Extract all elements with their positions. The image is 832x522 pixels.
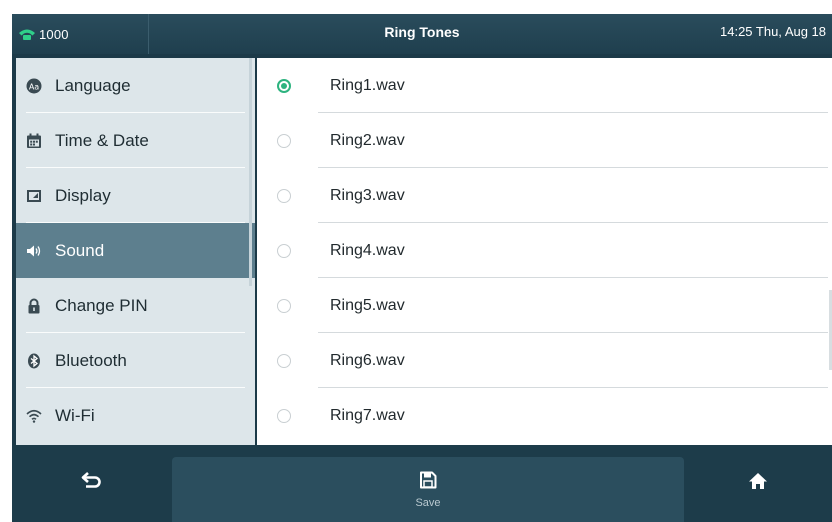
sidebar-item-label: Change PIN <box>55 295 148 315</box>
page-title: Ring Tones <box>384 24 460 40</box>
language-icon: Aa <box>26 78 42 94</box>
list-item[interactable]: Ring2.wav <box>257 113 832 168</box>
sidebar-item-sound[interactable]: Sound <box>16 223 255 278</box>
radio-button[interactable] <box>277 353 291 368</box>
list-item[interactable]: Ring6.wav <box>257 333 832 388</box>
ring-tone-label: Ring4.wav <box>330 241 405 259</box>
softkey-bar: Save <box>12 445 832 522</box>
sidebar-item-label: Sound <box>55 240 105 260</box>
list-item[interactable]: Ring3.wav <box>257 168 832 223</box>
sidebar-item-label: Wi-Fi <box>55 405 95 425</box>
clock: 14:25 Thu, Aug 18 <box>720 24 827 39</box>
ring-tone-label: Ring3.wav <box>330 186 405 204</box>
settings-sidebar: Aa Language Time & Date Display Sound Ch… <box>16 58 255 445</box>
list-item[interactable]: Ring7.wav <box>257 388 832 443</box>
svg-text:Aa: Aa <box>29 82 39 91</box>
save-button[interactable]: Save <box>172 457 684 522</box>
ring-tone-label: Ring2.wav <box>330 131 405 149</box>
calendar-icon <box>26 133 42 149</box>
save-label: Save <box>415 496 441 509</box>
speaker-icon <box>26 243 42 259</box>
list-item[interactable]: Ring4.wav <box>257 223 832 278</box>
back-arrow-icon <box>81 472 103 495</box>
ring-tone-label: Ring1.wav <box>330 76 405 94</box>
sidebar-item-label: Bluetooth <box>55 350 127 370</box>
phone-screen: 1000 Ring Tones 14:25 Thu, Aug 18 Aa Lan… <box>12 14 832 522</box>
ring-tone-list: Ring1.wav Ring2.wav Ring3.wav Ring4.wav … <box>257 58 832 445</box>
wifi-icon <box>26 408 42 424</box>
ring-tone-label: Ring6.wav <box>330 351 405 369</box>
sidebar-item-label: Display <box>55 185 111 205</box>
status-bar: 1000 Ring Tones 14:25 Thu, Aug 18 <box>12 14 832 54</box>
sidebar-item-language[interactable]: Aa Language <box>16 58 255 113</box>
list-item[interactable]: Ring1.wav <box>257 58 832 113</box>
ring-tone-label: Ring5.wav <box>330 296 405 314</box>
lock-icon <box>26 298 42 314</box>
display-icon <box>26 188 42 204</box>
sidebar-item-label: Time & Date <box>55 130 149 150</box>
radio-button[interactable] <box>277 243 291 258</box>
sidebar-item-display[interactable]: Display <box>16 168 255 223</box>
home-icon <box>748 472 768 495</box>
save-icon <box>419 471 437 494</box>
list-item[interactable]: Ring5.wav <box>257 278 832 333</box>
radio-button-selected[interactable] <box>277 78 291 93</box>
sidebar-item-label: Language <box>55 75 131 95</box>
home-button[interactable] <box>684 445 832 522</box>
radio-button[interactable] <box>277 298 291 313</box>
sidebar-item-wifi[interactable]: Wi-Fi <box>16 388 255 443</box>
back-button[interactable] <box>12 445 172 522</box>
sidebar-item-time-date[interactable]: Time & Date <box>16 113 255 168</box>
ring-tone-label: Ring7.wav <box>330 406 405 424</box>
sidebar-item-bluetooth[interactable]: Bluetooth <box>16 333 255 388</box>
bluetooth-icon <box>26 353 42 369</box>
radio-button[interactable] <box>277 408 291 423</box>
radio-button[interactable] <box>277 133 291 148</box>
radio-button[interactable] <box>277 188 291 203</box>
sidebar-item-change-pin[interactable]: Change PIN <box>16 278 255 333</box>
sidebar-scrollbar[interactable] <box>249 58 252 286</box>
